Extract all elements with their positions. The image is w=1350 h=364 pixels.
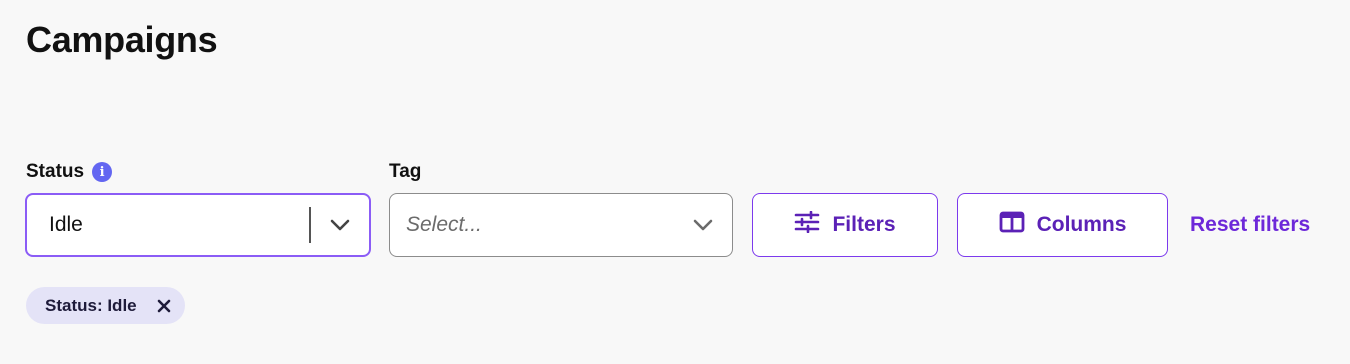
info-icon[interactable]: i	[92, 162, 113, 182]
page-title: Campaigns	[26, 19, 218, 60]
tag-label-group: Tag	[389, 160, 421, 184]
status-label-group: Status i	[26, 160, 113, 184]
chip-label: Status: Idle	[45, 295, 137, 315]
columns-button[interactable]: Columns	[957, 193, 1168, 257]
status-select-value: Idle	[49, 213, 83, 236]
active-filter-chip: Status: Idle	[26, 287, 185, 324]
tag-label: Tag	[389, 161, 422, 182]
status-label: Status	[26, 161, 85, 182]
chevron-down-icon[interactable]	[674, 194, 732, 256]
filters-button[interactable]: Filters	[752, 193, 938, 257]
columns-button-label: Columns	[1036, 213, 1127, 236]
tag-select-placeholder: Select...	[406, 213, 482, 236]
chevron-down-icon[interactable]	[311, 195, 369, 255]
tag-select[interactable]: Select...	[389, 193, 733, 257]
sliders-icon	[794, 210, 820, 239]
filters-button-label: Filters	[832, 213, 896, 236]
columns-icon	[999, 211, 1025, 239]
close-icon[interactable]	[157, 299, 171, 313]
status-select[interactable]: Idle	[25, 193, 371, 257]
reset-filters-link[interactable]: Reset filters	[1190, 211, 1310, 239]
